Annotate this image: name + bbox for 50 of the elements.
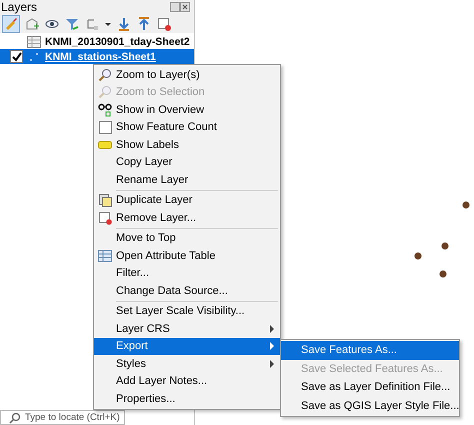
menu-item[interactable]: Copy Layer xyxy=(94,154,280,171)
collapse-icon[interactable] xyxy=(136,16,152,32)
menu-item[interactable]: Save as QGIS Layer Style File... xyxy=(281,396,459,415)
table-icon xyxy=(26,34,42,48)
menu-item[interactable]: Show in Overview xyxy=(94,101,280,118)
menu-item[interactable]: Filter... xyxy=(94,264,280,282)
map-point xyxy=(440,270,446,278)
menu-item[interactable]: Duplicate Layer xyxy=(94,192,280,209)
map-point xyxy=(414,252,422,260)
menu-item[interactable]: Export xyxy=(94,338,280,355)
submenu-arrow-icon xyxy=(269,342,275,350)
locator-field[interactable]: Type to locate (Ctrl+K) xyxy=(0,410,125,425)
menu-item[interactable]: Save as Layer Definition File... xyxy=(281,378,459,396)
search-icon xyxy=(9,412,21,424)
menu-item[interactable]: Save Features As... xyxy=(281,341,459,360)
submenu-arrow-icon xyxy=(269,324,275,333)
menu-item[interactable]: Show Labels xyxy=(94,136,280,154)
map-point xyxy=(462,202,470,208)
menu-item[interactable]: Zoom to Layer(s) xyxy=(94,66,280,84)
dock-buttons-icon[interactable] xyxy=(170,2,190,12)
menu-item[interactable]: Open Attribute Table xyxy=(94,247,280,264)
submenu-arrow-icon xyxy=(269,360,275,368)
map-point xyxy=(442,242,448,250)
expand-icon[interactable] xyxy=(116,16,132,32)
remove-layer-icon xyxy=(98,210,112,225)
menu-item[interactable]: Layer CRS xyxy=(94,320,280,338)
menu-item[interactable]: Move to Top xyxy=(94,230,280,247)
zoom-icon xyxy=(98,85,112,100)
label-icon xyxy=(98,140,112,150)
layer-name: KNMI_stations-Sheet1 xyxy=(45,50,156,62)
paint-brush-icon[interactable] xyxy=(2,14,20,32)
menu-item[interactable]: Remove Layer... xyxy=(94,209,280,226)
glasses-icon xyxy=(98,102,112,117)
menu-item[interactable]: Add Layer Notes... xyxy=(94,372,280,390)
menu-item[interactable]: Set Layer Scale Visibility... xyxy=(94,302,280,320)
menu-checkbox[interactable] xyxy=(98,120,112,134)
layer-item[interactable]: KNMI_stations-Sheet1 xyxy=(0,49,194,64)
layer-name: KNMI_20130901_tday-Sheet2 xyxy=(45,36,190,48)
menu-item[interactable]: Rename Layer xyxy=(94,171,280,188)
menu-item[interactable]: Show Feature Count xyxy=(94,118,280,136)
remove-layer-icon[interactable] xyxy=(156,16,172,32)
panel-title: Layers xyxy=(1,0,38,14)
menu-item[interactable]: Change Data Source... xyxy=(94,282,280,300)
zoom-icon xyxy=(98,68,112,82)
layer-item[interactable]: KNMI_20130901_tday-Sheet2 xyxy=(0,34,194,49)
duplicate-icon xyxy=(98,193,112,208)
table-icon xyxy=(98,248,112,263)
menu-item[interactable]: Properties... xyxy=(94,390,280,408)
layer-checkbox[interactable] xyxy=(10,50,23,63)
menu-item[interactable]: Styles xyxy=(94,355,280,372)
